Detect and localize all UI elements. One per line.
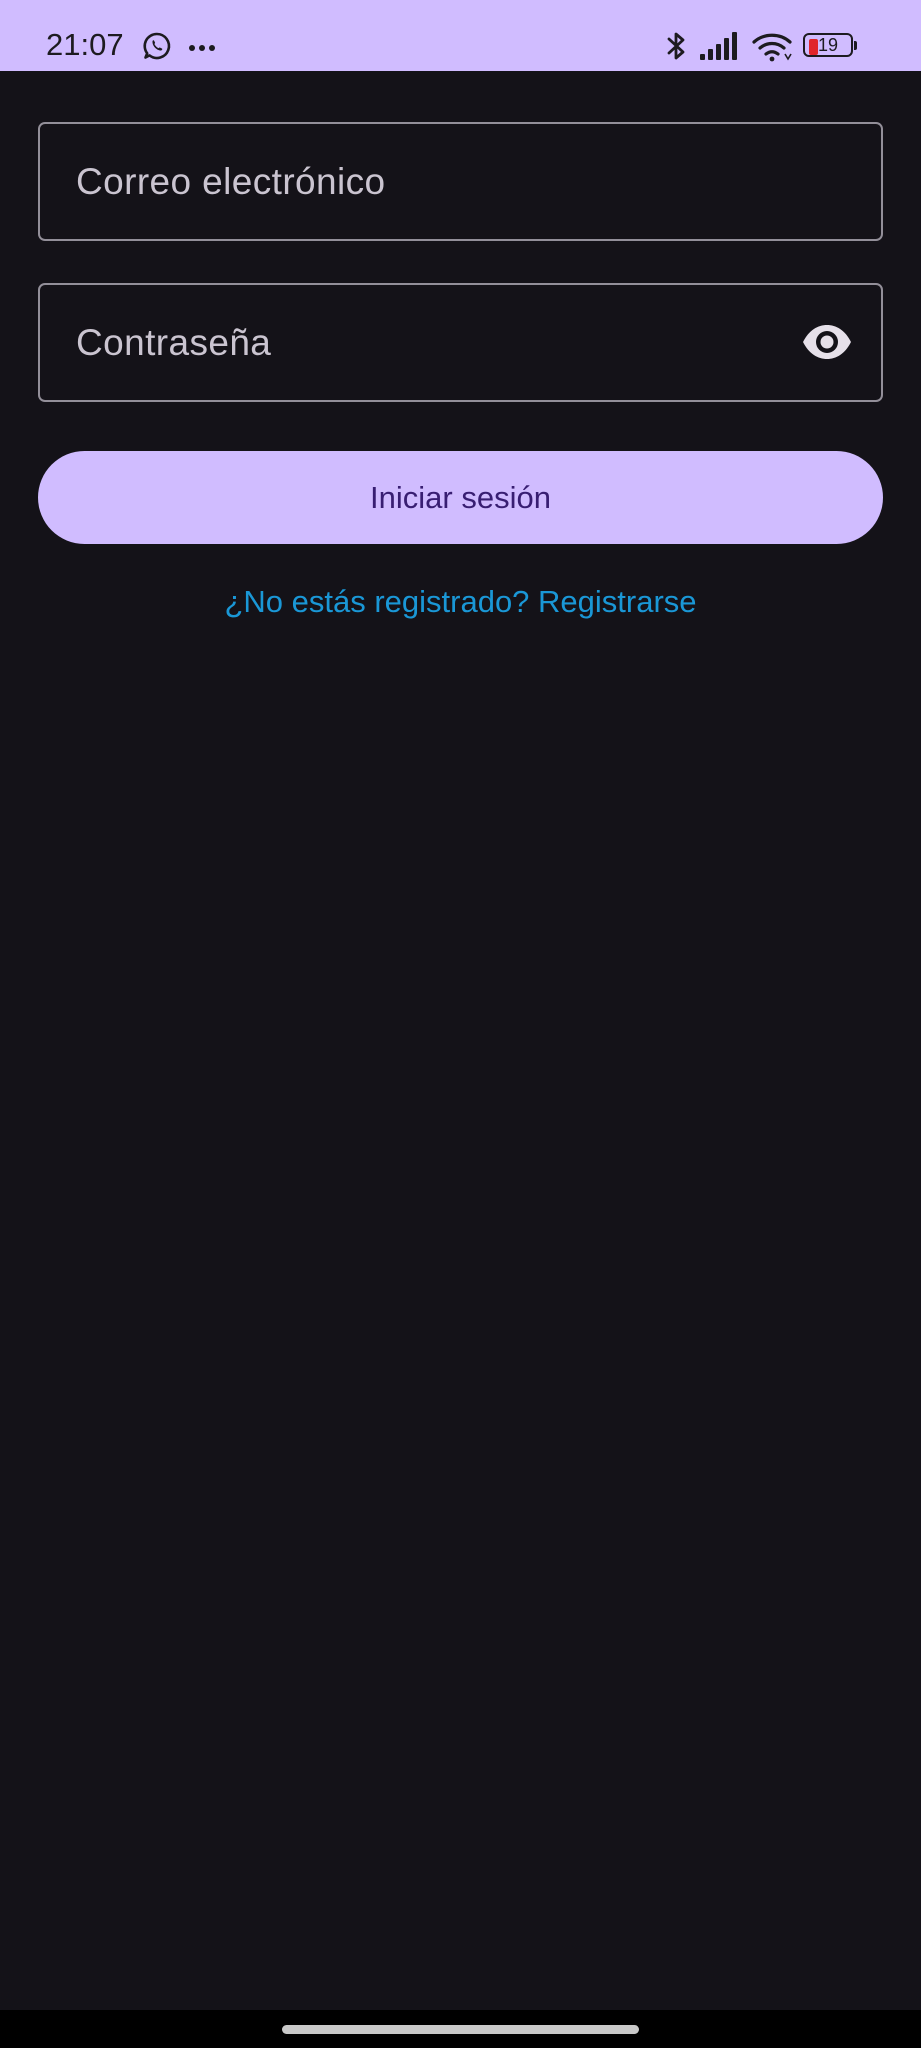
- battery-tip: [854, 41, 857, 50]
- password-placeholder: Contraseña: [76, 322, 272, 363]
- register-link[interactable]: ¿No estás registrado? Registrarse: [0, 580, 921, 624]
- wifi-icon: [752, 33, 792, 62]
- status-time: 21:07: [46, 27, 124, 62]
- bluetooth-icon: [667, 32, 685, 60]
- whatsapp-icon: [143, 32, 171, 60]
- more-icon: [189, 45, 215, 51]
- status-bar: 21:07 19: [0, 0, 921, 71]
- home-indicator[interactable]: [282, 2025, 639, 2034]
- battery-icon: 19: [803, 33, 857, 59]
- login-button[interactable]: Iniciar sesión: [38, 451, 883, 544]
- signal-icon: [700, 32, 737, 60]
- email-field[interactable]: Correo electrónico: [38, 122, 883, 241]
- password-field[interactable]: Contraseña: [38, 283, 883, 402]
- battery-fill: [809, 39, 818, 55]
- eye-icon[interactable]: [801, 322, 853, 362]
- email-placeholder: Correo electrónico: [76, 161, 386, 202]
- battery-level: 19: [818, 35, 839, 55]
